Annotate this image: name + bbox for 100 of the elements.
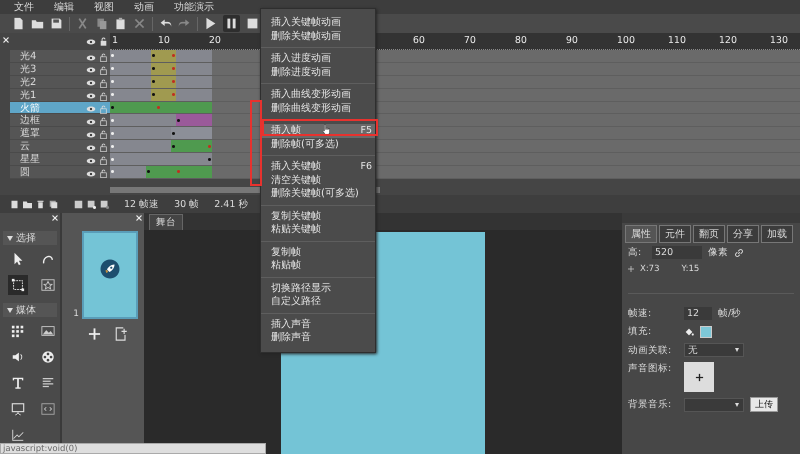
keyframe-dot[interactable] bbox=[208, 144, 211, 148]
keyframe-dot[interactable] bbox=[172, 67, 176, 70]
frame-cell[interactable] bbox=[176, 88, 182, 101]
stage-tab[interactable]: 舞台 bbox=[149, 214, 183, 230]
keyframe-dot[interactable] bbox=[156, 106, 160, 109]
frame-cell[interactable] bbox=[110, 127, 116, 140]
keyframe-dot[interactable] bbox=[111, 80, 114, 84]
context-menu-item[interactable]: 粘贴关键帧 bbox=[261, 223, 375, 236]
context-menu-item[interactable]: 删除声音 bbox=[261, 331, 375, 344]
animation-dropdown[interactable]: 无 bbox=[684, 343, 744, 357]
frame-cell[interactable] bbox=[110, 50, 116, 62]
keyframe-dot[interactable] bbox=[152, 80, 155, 84]
context-menu-item[interactable]: 清空关键帧 bbox=[261, 174, 375, 187]
frame-cell[interactable] bbox=[140, 166, 146, 178]
height-field[interactable]: 520 bbox=[652, 246, 702, 259]
frame-cell[interactable] bbox=[110, 102, 116, 114]
frame-cell[interactable] bbox=[206, 114, 212, 126]
frame-cell[interactable] bbox=[171, 62, 176, 75]
pause-icon[interactable] bbox=[223, 15, 240, 32]
panel-tab[interactable]: 加载 bbox=[761, 225, 793, 243]
context-menu-item[interactable]: 切换路径显示 bbox=[261, 282, 375, 295]
keyframe-dot[interactable] bbox=[111, 158, 114, 161]
context-menu-item[interactable]: 插入声音 bbox=[261, 318, 375, 331]
delete-icon[interactable] bbox=[133, 17, 146, 30]
keyframe-dot[interactable] bbox=[177, 118, 180, 122]
context-menu-item[interactable]: 插入关键帧 F6 bbox=[261, 160, 375, 174]
frame-edit-icon[interactable] bbox=[100, 200, 109, 208]
frame-cell[interactable] bbox=[146, 62, 151, 75]
context-menu-item[interactable]: 复制帧 bbox=[261, 246, 375, 259]
eye-icon[interactable] bbox=[86, 158, 96, 164]
frame-cell[interactable] bbox=[206, 153, 212, 166]
context-menu-item[interactable]: 删除曲线变形动画 bbox=[261, 102, 375, 115]
keyframe-dot[interactable] bbox=[172, 132, 176, 135]
eye-icon[interactable] bbox=[86, 38, 96, 44]
keyframe-dot[interactable] bbox=[111, 170, 114, 174]
panel-tab[interactable]: 翻页 bbox=[693, 225, 725, 243]
frame-cell[interactable] bbox=[171, 88, 176, 101]
menu-item[interactable]: 视图 bbox=[94, 0, 114, 14]
frame-cell[interactable] bbox=[171, 76, 176, 88]
cut-icon[interactable] bbox=[76, 17, 89, 30]
play-icon[interactable] bbox=[204, 17, 217, 30]
fill-color-swatch[interactable] bbox=[700, 326, 712, 338]
context-menu-item[interactable]: 插入关键帧动画 bbox=[261, 16, 375, 30]
eye-icon[interactable] bbox=[86, 132, 96, 138]
panel-tab[interactable]: 元件 bbox=[659, 225, 691, 243]
eye-icon[interactable] bbox=[86, 80, 96, 86]
layer-row[interactable]: 光4 bbox=[10, 50, 110, 63]
frame-cell[interactable] bbox=[171, 140, 176, 152]
context-menu-item[interactable]: 插入进度动画 bbox=[261, 52, 375, 66]
keyframe-dot[interactable] bbox=[152, 93, 155, 96]
frame-cell[interactable] bbox=[171, 50, 176, 62]
eye-icon[interactable] bbox=[86, 118, 96, 125]
frame-add-icon[interactable] bbox=[87, 200, 96, 208]
menu-item[interactable]: 编辑 bbox=[54, 0, 74, 14]
paint-bucket-icon[interactable] bbox=[684, 326, 694, 336]
lock-icon[interactable] bbox=[100, 37, 107, 46]
menu-item[interactable]: 动画 bbox=[134, 0, 154, 14]
save-icon[interactable] bbox=[50, 17, 63, 30]
frame-cell[interactable] bbox=[206, 62, 212, 75]
keyframe-dot[interactable] bbox=[172, 54, 176, 58]
close-icon[interactable] bbox=[136, 215, 142, 221]
eye-icon[interactable] bbox=[86, 93, 96, 100]
unlock-icon[interactable] bbox=[100, 130, 107, 140]
unlock-icon[interactable] bbox=[100, 117, 107, 126]
keyframe-dot[interactable] bbox=[146, 170, 150, 174]
stop-icon[interactable] bbox=[246, 17, 259, 30]
copy-layer-icon[interactable] bbox=[49, 200, 58, 208]
frame-cell[interactable] bbox=[166, 140, 172, 152]
unlock-icon[interactable] bbox=[100, 104, 107, 114]
frame-cell[interactable] bbox=[206, 88, 212, 101]
frame-cell[interactable] bbox=[150, 76, 156, 88]
add-icon[interactable] bbox=[88, 327, 101, 341]
upload-button[interactable]: 上传 bbox=[750, 397, 778, 412]
eye-icon[interactable] bbox=[86, 54, 96, 60]
paste-icon[interactable] bbox=[114, 17, 127, 30]
frame-icon[interactable] bbox=[74, 200, 83, 208]
context-menu-item[interactable]: 复制关键帧 bbox=[261, 210, 375, 223]
unlock-icon[interactable] bbox=[100, 53, 107, 62]
section-header[interactable]: 媒体 bbox=[3, 303, 57, 317]
unlock-icon[interactable] bbox=[100, 169, 107, 178]
layer-row[interactable]: 星星 bbox=[10, 153, 110, 166]
frame-cell[interactable] bbox=[146, 50, 151, 62]
frame-cell[interactable] bbox=[110, 166, 116, 178]
copy-icon[interactable] bbox=[95, 17, 108, 30]
panel-tab[interactable]: 分享 bbox=[727, 225, 759, 243]
unlock-icon[interactable] bbox=[100, 66, 107, 75]
layer-row[interactable]: 圆 bbox=[10, 166, 110, 179]
folder-icon[interactable] bbox=[23, 200, 32, 208]
frame-cell[interactable] bbox=[171, 127, 176, 140]
eye-icon[interactable] bbox=[86, 67, 96, 74]
trash-icon[interactable] bbox=[36, 200, 45, 208]
context-menu-item[interactable]: 粘贴帧 bbox=[261, 259, 375, 272]
frame-cell[interactable] bbox=[150, 62, 156, 75]
panel-tab[interactable]: 属性 bbox=[625, 225, 657, 243]
frame-cell[interactable] bbox=[206, 127, 212, 140]
keyframe-dot[interactable] bbox=[208, 158, 211, 161]
keyframe-dot[interactable] bbox=[111, 67, 114, 70]
frame-cell[interactable] bbox=[150, 50, 156, 62]
close-icon[interactable] bbox=[52, 215, 58, 221]
keyframe-dot[interactable] bbox=[172, 144, 176, 148]
